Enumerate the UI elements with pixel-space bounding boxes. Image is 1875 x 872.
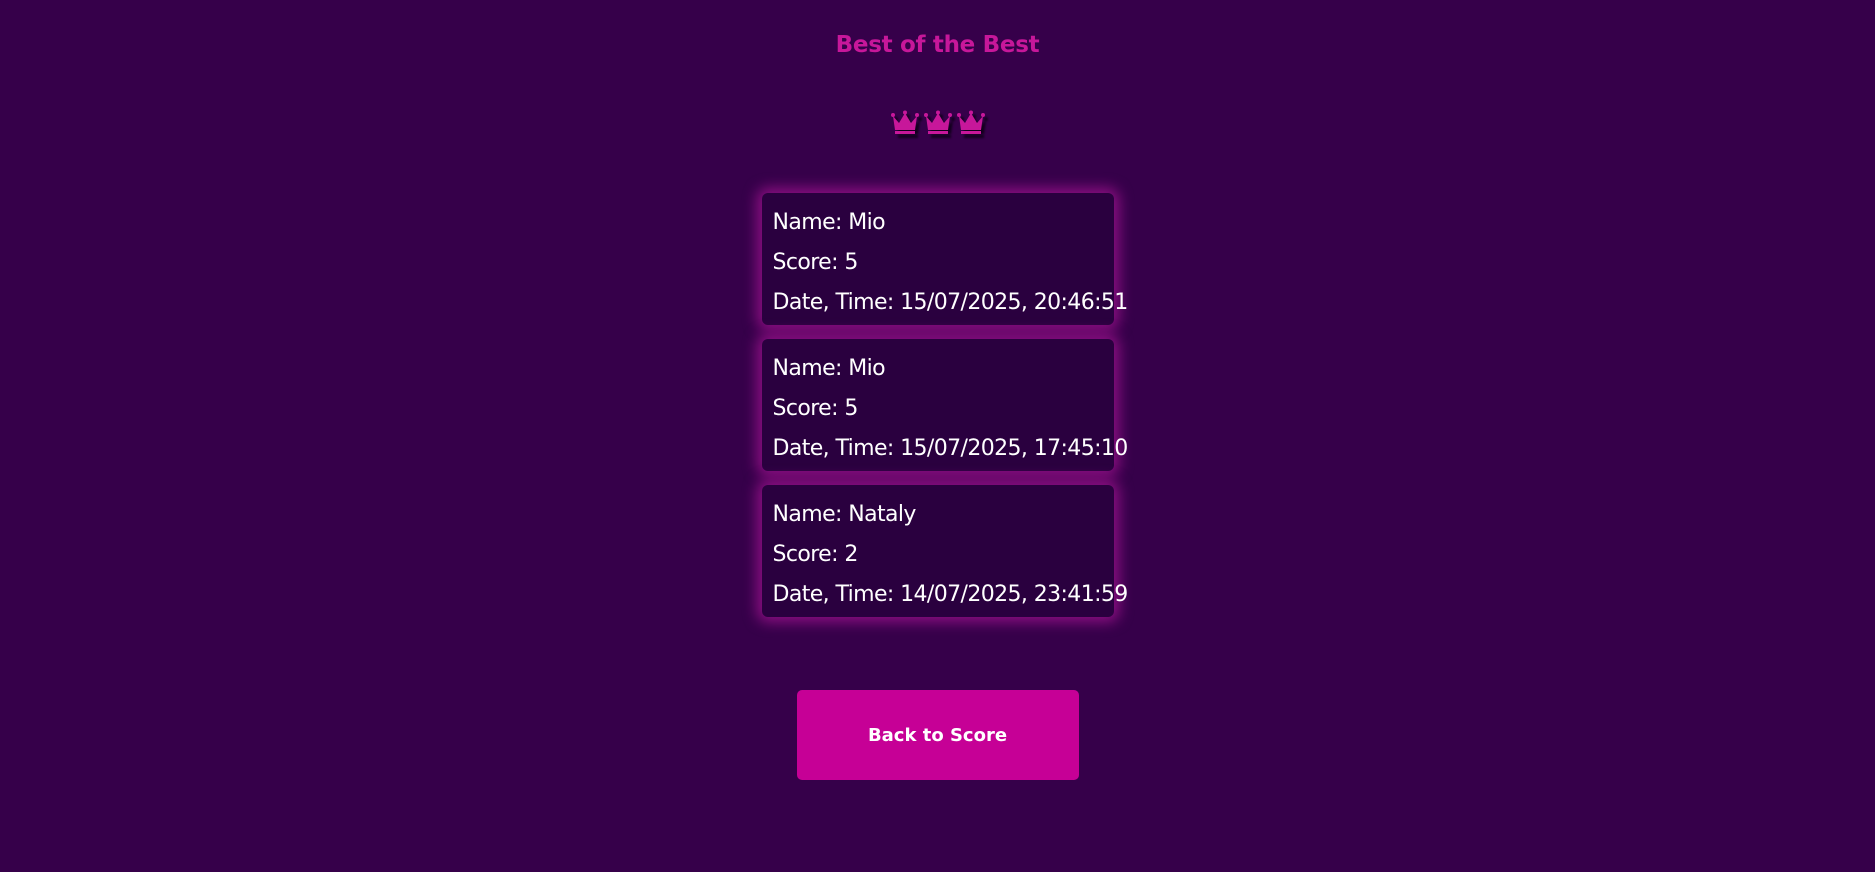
player-score: Score: 2 (772, 542, 859, 567)
score-card: Name: Mio Score: 5 Date, Time: 15/07/202… (761, 339, 1129, 471)
score-datetime: Date, Time: 15/07/2025, 17:45:10 (772, 436, 1129, 461)
player-score: Score: 5 (772, 396, 859, 421)
score-datetime: Date, Time: 15/07/2025, 20:46:51 (772, 290, 1129, 315)
crown-icon (956, 110, 985, 134)
player-name: Name: Mio (772, 356, 886, 381)
score-list: Name: Mio Score: 5 Date, Time: 15/07/202… (761, 193, 1129, 617)
player-name: Name: Mio (772, 210, 886, 235)
crown-icon (890, 110, 919, 134)
player-score: Score: 5 (772, 250, 859, 275)
score-datetime: Date, Time: 14/07/2025, 23:41:59 (772, 582, 1129, 607)
page-title: Best of the Best (835, 32, 1040, 58)
player-name: Name: Nataly (772, 502, 917, 527)
score-card: Name: Nataly Score: 2 Date, Time: 14/07/… (761, 485, 1129, 617)
crown-icon (923, 110, 952, 134)
leaderboard-page: Best of the Best Name: Mio Score: 5 Date… (0, 0, 1875, 872)
back-to-score-button[interactable]: Back to Score (796, 690, 1079, 780)
crown-row (890, 108, 985, 138)
score-card: Name: Mio Score: 5 Date, Time: 15/07/202… (761, 193, 1129, 325)
